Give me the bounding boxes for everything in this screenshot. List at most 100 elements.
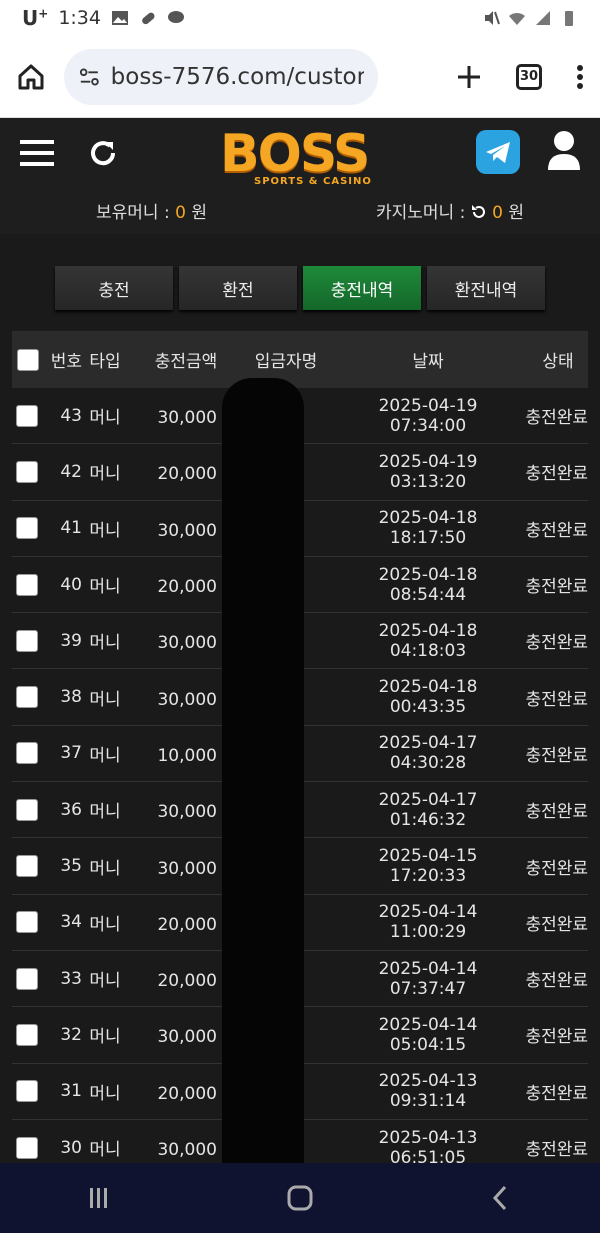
row-checkbox-cell (12, 573, 42, 596)
header-type: 타입 (89, 352, 121, 372)
recent-apps-icon[interactable] (87, 1186, 111, 1210)
row-checkbox[interactable] (16, 742, 38, 765)
new-tab-icon[interactable] (456, 64, 482, 90)
row-num: 40 (60, 574, 82, 595)
row-status: 충전완료 (525, 689, 588, 710)
tab-exchange[interactable]: 환전 (179, 266, 297, 310)
header-date: 날짜 (412, 352, 444, 372)
select-all-checkbox[interactable] (17, 348, 39, 371)
hamburger-menu-icon[interactable] (20, 138, 54, 168)
battery-icon (565, 11, 573, 26)
casino-money-label: 카지노머니 : (376, 203, 466, 223)
row-type: 머니 (89, 1027, 121, 1048)
row-checkbox[interactable] (16, 855, 38, 878)
row-num: 31 (60, 1081, 82, 1102)
row-checkbox[interactable] (16, 686, 38, 709)
row-checkbox[interactable] (16, 404, 38, 427)
telegram-icon[interactable] (476, 130, 520, 174)
row-num: 35 (60, 856, 82, 877)
holding-money: 보유머니 : 0 원 (96, 198, 207, 223)
row-type: 머니 (89, 689, 121, 710)
row-checkbox[interactable] (16, 1023, 38, 1046)
row-checkbox-cell (12, 855, 42, 878)
history-tabs: 충전 환전 충전내역 환전내역 (55, 266, 545, 310)
row-checkbox-cell (12, 911, 42, 934)
row-checkbox[interactable] (16, 1080, 38, 1103)
wifi-icon (509, 12, 525, 25)
gallery-icon (111, 11, 128, 25)
carrier-sup: + (38, 6, 49, 21)
row-type: 머니 (89, 802, 121, 823)
row-num: 37 (60, 743, 82, 764)
holding-money-label: 보유머니 : (96, 203, 170, 223)
row-status: 충전완료 (525, 914, 588, 935)
row-checkbox[interactable] (16, 798, 38, 821)
site-settings-icon[interactable] (78, 65, 101, 89)
row-num: 30 (60, 1137, 82, 1158)
row-status: 충전완료 (525, 633, 588, 654)
browser-toolbar: boss-7576.com/custom 30 (0, 36, 600, 118)
tab-charge-history[interactable]: 충전내역 (303, 266, 421, 310)
row-date: 2025-04-19 03:13:20 (378, 451, 478, 492)
talk-icon (167, 11, 184, 23)
row-type: 머니 (89, 745, 121, 766)
row-checkbox[interactable] (16, 629, 38, 652)
tab-switcher-button[interactable]: 30 (516, 63, 542, 90)
status-bar: U+ 1:34 (0, 0, 600, 36)
user-account-icon[interactable] (546, 130, 582, 170)
row-type: 머니 (89, 971, 121, 992)
row-checkbox-cell (12, 742, 42, 765)
carrier-text: U (22, 6, 39, 30)
row-type: 머니 (89, 633, 121, 654)
tab-exchange-history[interactable]: 환전내역 (427, 266, 545, 310)
row-type: 머니 (89, 520, 121, 541)
row-date: 2025-04-14 11:00:29 (378, 902, 478, 943)
row-checkbox-cell (12, 404, 42, 427)
refresh-icon[interactable] (88, 138, 118, 168)
header-name: 입금자명 (254, 352, 318, 372)
clock: 1:34 (58, 7, 101, 29)
row-checkbox-cell (12, 517, 42, 540)
row-checkbox[interactable] (16, 460, 38, 483)
url-text[interactable]: boss-7576.com/custom (111, 64, 364, 90)
back-icon[interactable] (489, 1184, 513, 1212)
mute-icon (485, 11, 500, 25)
casino-money-unit: 원 (508, 203, 525, 223)
logo-subtitle: SPORTS & CASINO (254, 176, 372, 187)
row-checkbox[interactable] (16, 911, 38, 934)
row-checkbox[interactable] (16, 573, 38, 596)
system-navbar (0, 1163, 600, 1233)
row-checkbox[interactable] (16, 517, 38, 540)
row-checkbox-cell (12, 967, 42, 990)
row-date: 2025-04-13 09:31:14 (378, 1071, 478, 1112)
row-checkbox[interactable] (16, 967, 38, 990)
row-num: 36 (60, 799, 82, 820)
row-date: 2025-04-14 07:37:47 (378, 958, 478, 999)
address-bar[interactable]: boss-7576.com/custom (64, 48, 378, 105)
row-date: 2025-04-17 04:30:28 (378, 733, 478, 774)
row-status: 충전완료 (525, 577, 588, 598)
row-status: 충전완료 (525, 858, 588, 879)
row-date: 2025-04-15 17:20:33 (378, 846, 478, 887)
row-date: 2025-04-17 01:46:32 (378, 789, 478, 830)
holding-money-unit: 원 (191, 203, 207, 223)
casino-money: 카지노머니 : 0 원 (376, 198, 524, 223)
tab-charge[interactable]: 충전 (55, 266, 173, 310)
row-status: 충전완료 (525, 1140, 588, 1160)
holding-money-value: 0 (175, 203, 186, 223)
row-num: 38 (60, 687, 82, 708)
row-date: 2025-04-18 08:54:44 (378, 564, 478, 605)
row-date: 2025-04-14 05:04:15 (378, 1014, 478, 1055)
home-icon[interactable] (16, 62, 46, 92)
site-header: BOSS SPORTS & CASINO 보유머니 : 0 원 카지노머니 : … (0, 118, 600, 234)
row-checkbox-cell (12, 1136, 42, 1159)
row-date: 2025-04-13 06:51:05 (378, 1127, 478, 1168)
home-nav-icon[interactable] (286, 1184, 314, 1212)
more-menu-icon[interactable] (576, 64, 584, 90)
row-checkbox[interactable] (16, 1136, 38, 1159)
boss-logo[interactable]: BOSS SPORTS & CASINO (220, 126, 380, 204)
casino-money-value: 0 (492, 203, 503, 223)
row-num: 39 (60, 630, 82, 651)
casino-refresh-icon[interactable] (471, 204, 487, 220)
row-num: 34 (60, 912, 82, 933)
